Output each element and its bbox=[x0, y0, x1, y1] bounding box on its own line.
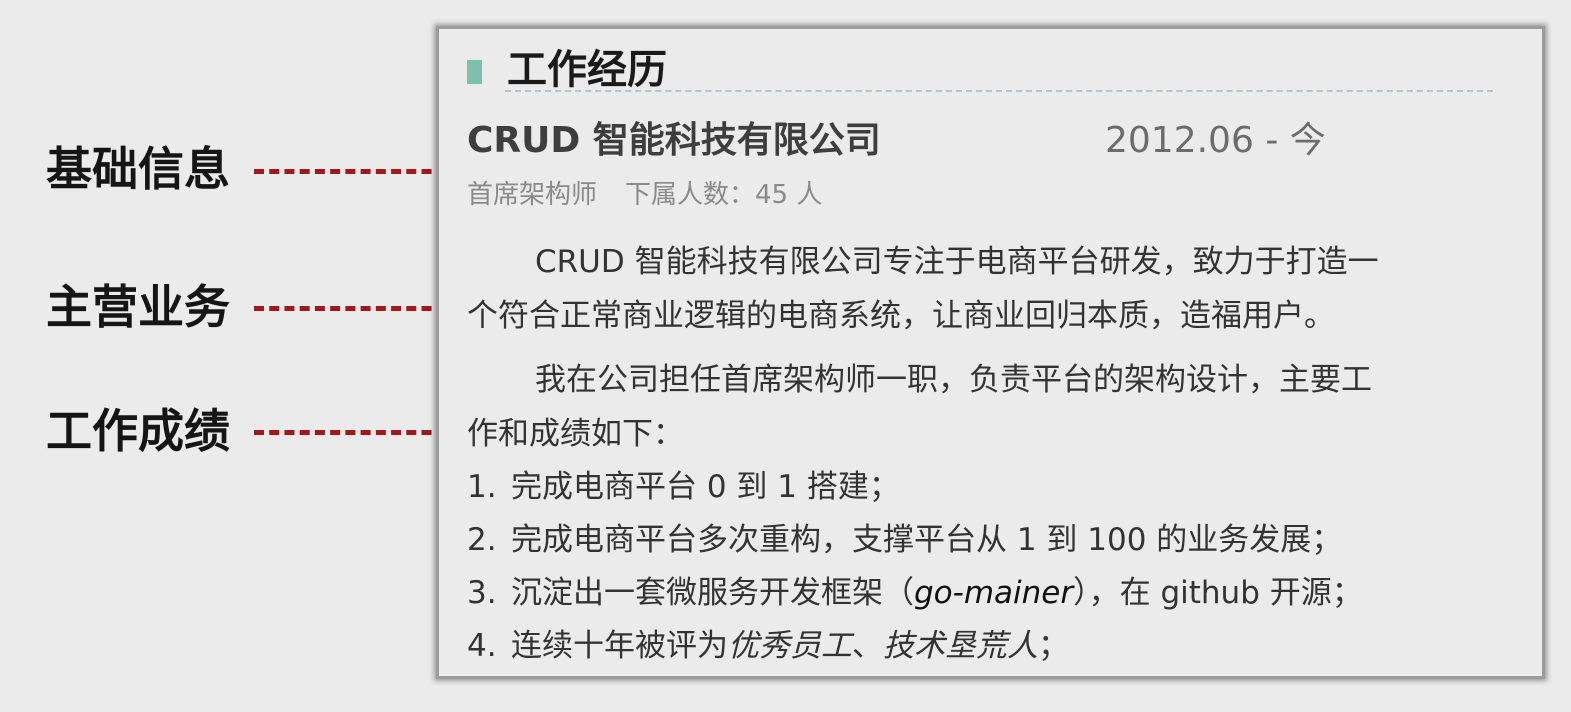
role-intro-line: 作和成绩如下： bbox=[467, 416, 684, 452]
annotation-basic-info: 基础信息 bbox=[46, 142, 230, 196]
section-marker bbox=[467, 60, 482, 84]
item-text: ），在 github 开源； bbox=[1073, 575, 1363, 611]
list-item: 1. 完成电商平台 0 到 1 搭建； bbox=[467, 461, 1507, 514]
role-intro-line: 我在公司担任首席架构师一职，负责平台的架构设计，主要工 bbox=[535, 362, 1372, 398]
item-text: 连续十年被评为 bbox=[511, 628, 728, 664]
business-description: CRUD 智能科技有限公司专注于电商平台研发，致力于打造一 个符合正常商业逻辑的… bbox=[467, 235, 1497, 343]
item-text: 完成电商平台 0 到 1 搭建； bbox=[511, 469, 900, 505]
list-item: 3. 沉淀出一套微服务开发框架（go-mainer），在 github 开源； bbox=[467, 567, 1507, 620]
business-line: CRUD 智能科技有限公司专注于电商平台研发，致力于打造一 bbox=[535, 244, 1379, 280]
leader-line-main-business bbox=[254, 306, 462, 311]
award-title: 优秀员工 bbox=[728, 628, 852, 664]
job-meta: 首席架构师 下属人数：45 人 bbox=[467, 175, 822, 215]
section-title: 工作经历 bbox=[507, 47, 667, 93]
achievement-list: 1. 完成电商平台 0 到 1 搭建； 2. 完成电商平台多次重构，支撑平台从 1 … bbox=[467, 461, 1507, 673]
resume-card: 工作经历 CRUD 智能科技有限公司 2012.06 - 今 首席架构师 下属人数… bbox=[436, 26, 1545, 679]
award-title: 技术垦荒人 bbox=[883, 628, 1038, 664]
annotation-work-results: 工作成绩 bbox=[46, 404, 230, 458]
item-text: ； bbox=[1038, 628, 1069, 664]
business-line: 个符合正常商业逻辑的电商系统，让商业回归本质，造福用户。 bbox=[467, 298, 1335, 334]
resume-annotation-figure: 基础信息 主营业务 工作成绩 工作经历 CRUD 智能科技有限公司 2012.0… bbox=[0, 0, 1571, 712]
employment-period: 2012.06 - 今 bbox=[1105, 120, 1326, 161]
item-number: 2. bbox=[467, 522, 497, 558]
leader-line-basic-info bbox=[254, 169, 462, 174]
section-divider bbox=[505, 90, 1493, 92]
job-position: 首席架构师 bbox=[467, 180, 598, 210]
item-text: 沉淀出一套微服务开发框架（ bbox=[511, 575, 914, 611]
leader-line-work-results bbox=[254, 430, 462, 435]
framework-name: go-mainer bbox=[914, 575, 1074, 611]
list-item: 4. 连续十年被评为优秀员工、技术垦荒人； bbox=[467, 620, 1507, 673]
annotation-main-business: 主营业务 bbox=[46, 280, 230, 334]
item-number: 4. bbox=[467, 628, 497, 664]
subordinate-count: 下属人数：45 人 bbox=[625, 180, 823, 210]
item-number: 3. bbox=[467, 575, 497, 611]
list-item: 2. 完成电商平台多次重构，支撑平台从 1 到 100 的业务发展； bbox=[467, 514, 1507, 567]
role-intro: 我在公司担任首席架构师一职，负责平台的架构设计，主要工 作和成绩如下： bbox=[467, 353, 1497, 461]
item-text: 完成电商平台多次重构，支撑平台从 1 到 100 的业务发展； bbox=[511, 522, 1343, 558]
company-name: CRUD 智能科技有限公司 bbox=[467, 120, 881, 161]
item-separator: 、 bbox=[852, 628, 883, 664]
item-number: 1. bbox=[467, 469, 497, 505]
